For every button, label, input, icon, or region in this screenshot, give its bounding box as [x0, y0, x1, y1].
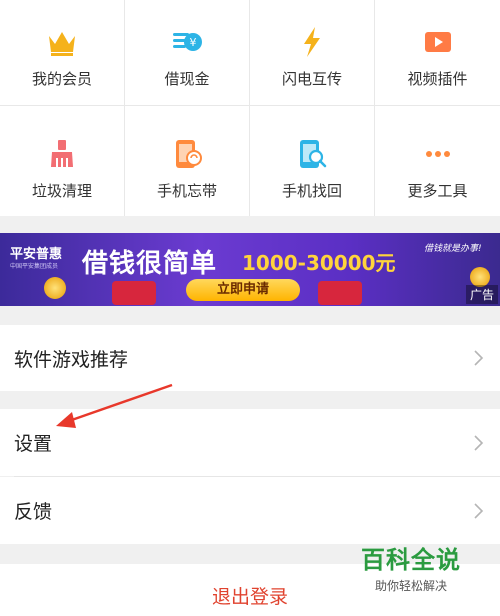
- banner-brand: 平安普惠: [10, 247, 63, 262]
- menu-item-feedback[interactable]: 反馈: [0, 477, 500, 544]
- tool-flash-transfer[interactable]: 闪电互传: [250, 0, 375, 106]
- apply-now-button[interactable]: 立即申请: [186, 279, 300, 301]
- menu-item-label: 设置: [14, 433, 53, 455]
- banner-amount: 1000-30000元: [242, 251, 396, 275]
- menu-item-recommend[interactable]: 软件游戏推荐: [0, 325, 500, 391]
- video-play-icon: [424, 32, 451, 52]
- tool-label: 闪电互传: [281, 70, 342, 88]
- tool-label: 手机忘带: [156, 182, 217, 200]
- menu-item-settings[interactable]: 设置: [0, 409, 500, 476]
- chevron-right-icon: [474, 502, 484, 519]
- svg-text:¥: ¥: [190, 36, 197, 49]
- watermark-main: 百科全说: [361, 546, 461, 574]
- tool-label: 视频插件: [407, 70, 468, 88]
- tool-label: 垃圾清理: [31, 182, 92, 200]
- tool-video-plugin[interactable]: 视频插件: [375, 0, 500, 106]
- gift-box-decoration: [112, 281, 156, 305]
- menu-item-label: 反馈: [14, 501, 53, 523]
- phone-search-icon: [300, 140, 327, 168]
- watermark: 百科全说 助你轻松解决: [350, 540, 472, 594]
- tool-more[interactable]: 更多工具: [375, 106, 500, 216]
- crown-icon: [49, 32, 75, 56]
- tool-junk-clean[interactable]: 垃圾清理: [0, 106, 125, 216]
- lightning-icon: [304, 27, 320, 57]
- coin-decoration: [44, 277, 66, 299]
- gift-box-decoration: [318, 281, 362, 305]
- tool-label: 我的会员: [31, 70, 92, 88]
- banner-headline: 借钱很简单: [82, 249, 218, 279]
- tool-label: 手机找回: [281, 182, 342, 200]
- tool-borrow-cash[interactable]: ¥ 借现金: [125, 0, 250, 106]
- tools-grid: 我的会员 ¥ 借现金 闪电互传 视频插件 垃圾清理 手机忘带 手机找回 更多工具: [0, 0, 500, 216]
- broom-icon: [51, 140, 73, 167]
- ad-label-badge: 广告: [465, 285, 498, 304]
- chevron-right-icon: [474, 350, 484, 366]
- phone-sync-icon: [176, 140, 202, 168]
- tool-label: 借现金: [164, 70, 210, 88]
- watermark-sub: 助你轻松解决: [374, 579, 447, 593]
- menu-item-label: 软件游戏推荐: [14, 348, 129, 371]
- banner-slogan: 借钱就是办事!: [424, 244, 482, 254]
- coin-decoration: [470, 267, 490, 287]
- logout-label: 退出登录: [211, 586, 288, 608]
- cash-icon: ¥: [173, 33, 202, 51]
- tool-label: 更多工具: [407, 182, 468, 200]
- banner-brand-sub: 中国平安集团成员: [10, 263, 59, 270]
- loan-ad-banner[interactable]: 平安普惠 中国平安集团成员 借钱很简单 1000-30000元 借钱就是办事! …: [0, 233, 500, 306]
- more-dots-icon: [425, 151, 450, 157]
- tool-phone-find[interactable]: 手机找回: [250, 106, 375, 216]
- chevron-right-icon: [474, 434, 484, 451]
- tool-phone-forgot[interactable]: 手机忘带: [125, 106, 250, 216]
- tool-my-membership[interactable]: 我的会员: [0, 0, 125, 106]
